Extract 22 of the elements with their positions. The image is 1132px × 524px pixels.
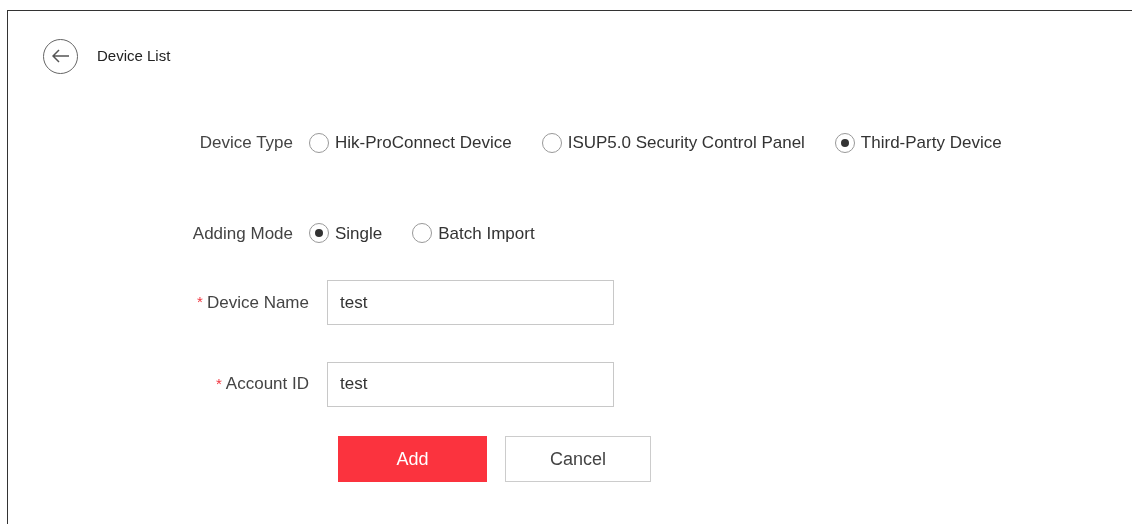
required-asterisk: * <box>197 292 203 313</box>
radio-button[interactable] <box>309 133 329 153</box>
radio-option[interactable]: Hik-ProConnect Device <box>309 130 512 156</box>
radio-button[interactable] <box>309 223 329 244</box>
text-field[interactable]: test <box>327 361 614 407</box>
required-asterisk: * <box>216 373 222 394</box>
cancel-button[interactable]: Cancel <box>505 436 651 482</box>
radio-button[interactable] <box>834 133 855 153</box>
page-title: Device List <box>97 45 171 66</box>
back-arrow-icon <box>51 49 70 63</box>
radio-option[interactable]: Batch Import <box>412 220 535 246</box>
radio-button[interactable] <box>412 223 433 244</box>
radio-option[interactable]: Single <box>309 220 383 246</box>
field-label: Device Name <box>206 291 309 314</box>
radio-option[interactable]: ISUP5.0 Security Control Panel <box>541 130 805 156</box>
add-button[interactable]: Add <box>338 436 487 482</box>
radio-option[interactable]: Third-Party Device <box>834 130 1002 156</box>
field-label: Account ID <box>225 373 309 396</box>
field-label: Device Type <box>199 132 293 155</box>
radio-button[interactable] <box>541 133 562 153</box>
text-field[interactable]: test <box>327 280 614 325</box>
field-label: Adding Mode <box>192 222 293 245</box>
